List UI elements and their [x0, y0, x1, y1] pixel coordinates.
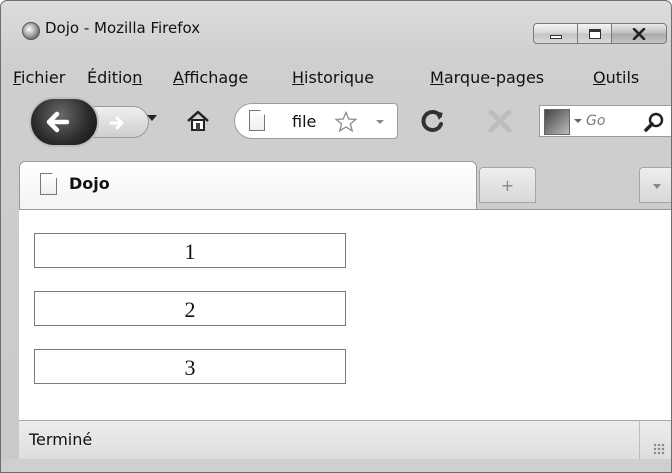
- plus-icon: +: [500, 175, 515, 195]
- back-button[interactable]: [29, 97, 99, 147]
- content-box-1: 1: [34, 233, 346, 268]
- url-text[interactable]: file: [292, 112, 316, 131]
- tab-bar: Dojo +: [1, 151, 671, 209]
- window-title: Dojo - Mozilla Firefox: [45, 19, 201, 37]
- minimize-button[interactable]: [533, 23, 578, 44]
- search-bar[interactable]: [539, 105, 671, 137]
- menu-bar: Fichier Édition Affichage Historique Mar…: [1, 59, 671, 93]
- tab-dojo[interactable]: Dojo: [19, 161, 477, 209]
- close-icon: [632, 27, 646, 40]
- new-tab-button[interactable]: +: [479, 167, 536, 203]
- menu-outils[interactable]: Outils: [593, 68, 639, 87]
- menu-edition[interactable]: Édition: [87, 68, 142, 87]
- menu-fichier[interactable]: Fichier: [13, 68, 65, 87]
- tab-list-button[interactable]: [639, 167, 671, 203]
- tab-label: Dojo: [69, 174, 110, 193]
- url-dropdown-icon[interactable]: [376, 120, 384, 124]
- menu-historique[interactable]: Historique: [292, 68, 374, 87]
- search-engine-icon[interactable]: [544, 109, 570, 135]
- stop-icon: [488, 109, 512, 133]
- firefox-icon: [22, 22, 40, 40]
- menu-affichage[interactable]: Affichage: [173, 68, 248, 87]
- home-button[interactable]: [185, 109, 211, 137]
- url-bar[interactable]: file: [234, 103, 398, 139]
- page-icon: [249, 110, 265, 131]
- search-button[interactable]: [644, 111, 666, 137]
- reload-icon: [421, 110, 443, 132]
- forward-arrow-icon: [109, 116, 124, 130]
- star-icon: [334, 110, 358, 133]
- search-input[interactable]: [586, 111, 638, 131]
- chevron-down-icon: [653, 184, 661, 189]
- status-text: Terminé: [29, 430, 93, 449]
- navigation-toolbar: file: [1, 93, 671, 151]
- magnifier-icon: [644, 112, 664, 132]
- maximize-button[interactable]: [577, 23, 612, 44]
- resize-grip-icon[interactable]: [653, 443, 665, 455]
- content-box-3: 3: [34, 349, 346, 384]
- window-frame-bottom: [1, 459, 671, 472]
- home-icon: [187, 110, 209, 131]
- page-content: 1 2 3: [19, 209, 671, 420]
- title-bar: Dojo - Mozilla Firefox: [1, 1, 671, 59]
- menu-marque-pages[interactable]: Marque-pages: [430, 68, 544, 87]
- maximize-icon: [588, 28, 601, 39]
- minimize-icon: [549, 34, 562, 39]
- status-bar: Terminé: [19, 420, 671, 459]
- close-button[interactable]: [611, 23, 667, 44]
- status-divider: [639, 421, 640, 459]
- search-engine-dropdown-icon[interactable]: [574, 119, 582, 123]
- reload-button[interactable]: [419, 107, 447, 139]
- content-box-2: 2: [34, 291, 346, 326]
- stop-button[interactable]: [487, 109, 513, 137]
- browser-window: Dojo - Mozilla Firefox Fichier Édition A…: [0, 0, 672, 473]
- history-dropdown-icon[interactable]: [147, 115, 157, 121]
- back-arrow-icon: [46, 111, 70, 133]
- page-icon: [40, 173, 57, 195]
- bookmark-star-button[interactable]: [334, 110, 358, 137]
